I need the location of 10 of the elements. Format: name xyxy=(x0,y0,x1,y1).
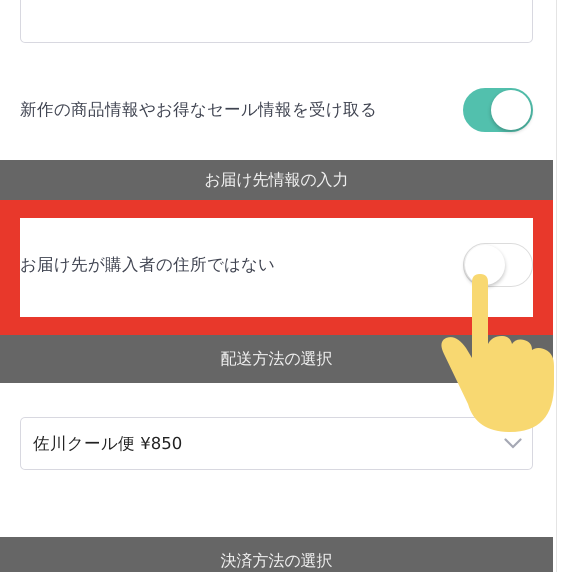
toggle-switch[interactable] xyxy=(463,242,533,286)
option-label: 新作の商品情報やお得なセール情報を受け取る xyxy=(20,98,377,120)
text-area[interactable] xyxy=(20,0,533,43)
section-header: 決済方法の選択 xyxy=(0,537,553,572)
chevron-down-icon xyxy=(504,438,522,449)
select-value: 佐川クール便 ¥850 xyxy=(33,432,182,454)
shipping-select[interactable]: 佐川クール便 ¥850 xyxy=(20,417,533,470)
toggle-switch[interactable] xyxy=(463,88,533,132)
section-header: お届け先情報の入力 xyxy=(0,160,553,200)
option-label: お届け先が購入者の住所ではない xyxy=(20,254,275,276)
